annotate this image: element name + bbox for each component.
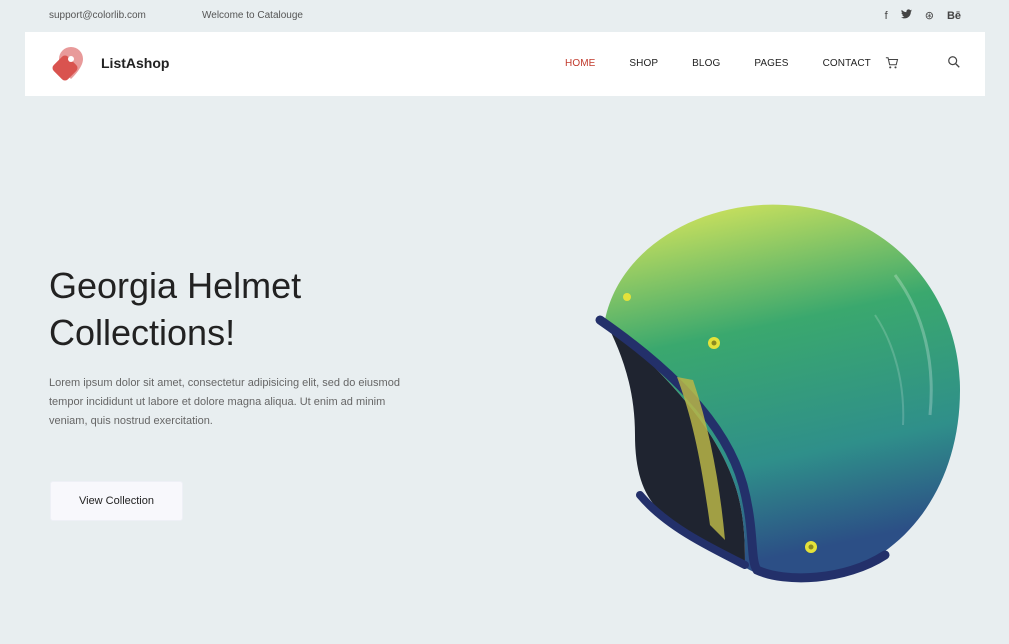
hero-title: Georgia Helmet Collections! <box>49 262 469 356</box>
nav-pages[interactable]: Pages <box>754 58 788 69</box>
hero-title-line1: Georgia Helmet <box>49 265 302 306</box>
main-menu: Home Shop Blog Pages Contact <box>565 58 905 69</box>
twitter-icon[interactable] <box>900 9 912 22</box>
social-links: f ⊛ Bē <box>885 9 961 22</box>
behance-icon[interactable]: Bē <box>947 10 961 22</box>
main-navbar: ListAshop Home Shop Blog Pages Contact <box>25 32 985 96</box>
welcome-text: Welcome to Catalouge <box>202 10 303 21</box>
nav-contact[interactable]: Contact <box>823 58 871 69</box>
hero-title-line2: Collections! <box>49 312 236 353</box>
helmet-image <box>595 204 960 583</box>
listashop-logo-icon[interactable] <box>49 44 89 84</box>
dribbble-icon[interactable]: ⊛ <box>925 10 934 22</box>
hero-description: Lorem ipsum dolor sit amet, consectetur … <box>49 377 400 427</box>
support-email[interactable]: support@colorlib.com <box>49 10 146 21</box>
facebook-icon[interactable]: f <box>885 10 888 22</box>
cart-icon[interactable] <box>885 56 899 70</box>
view-collection-button[interactable]: View Collection <box>50 481 183 521</box>
search-icon[interactable] <box>947 55 961 69</box>
top-bar: support@colorlib.com Welcome to Cataloug… <box>0 0 1009 32</box>
brand-name[interactable]: ListAshop <box>101 55 169 71</box>
nav-blog[interactable]: Blog <box>692 58 720 69</box>
nav-shop[interactable]: Shop <box>629 58 658 69</box>
nav-home[interactable]: Home <box>565 58 595 69</box>
